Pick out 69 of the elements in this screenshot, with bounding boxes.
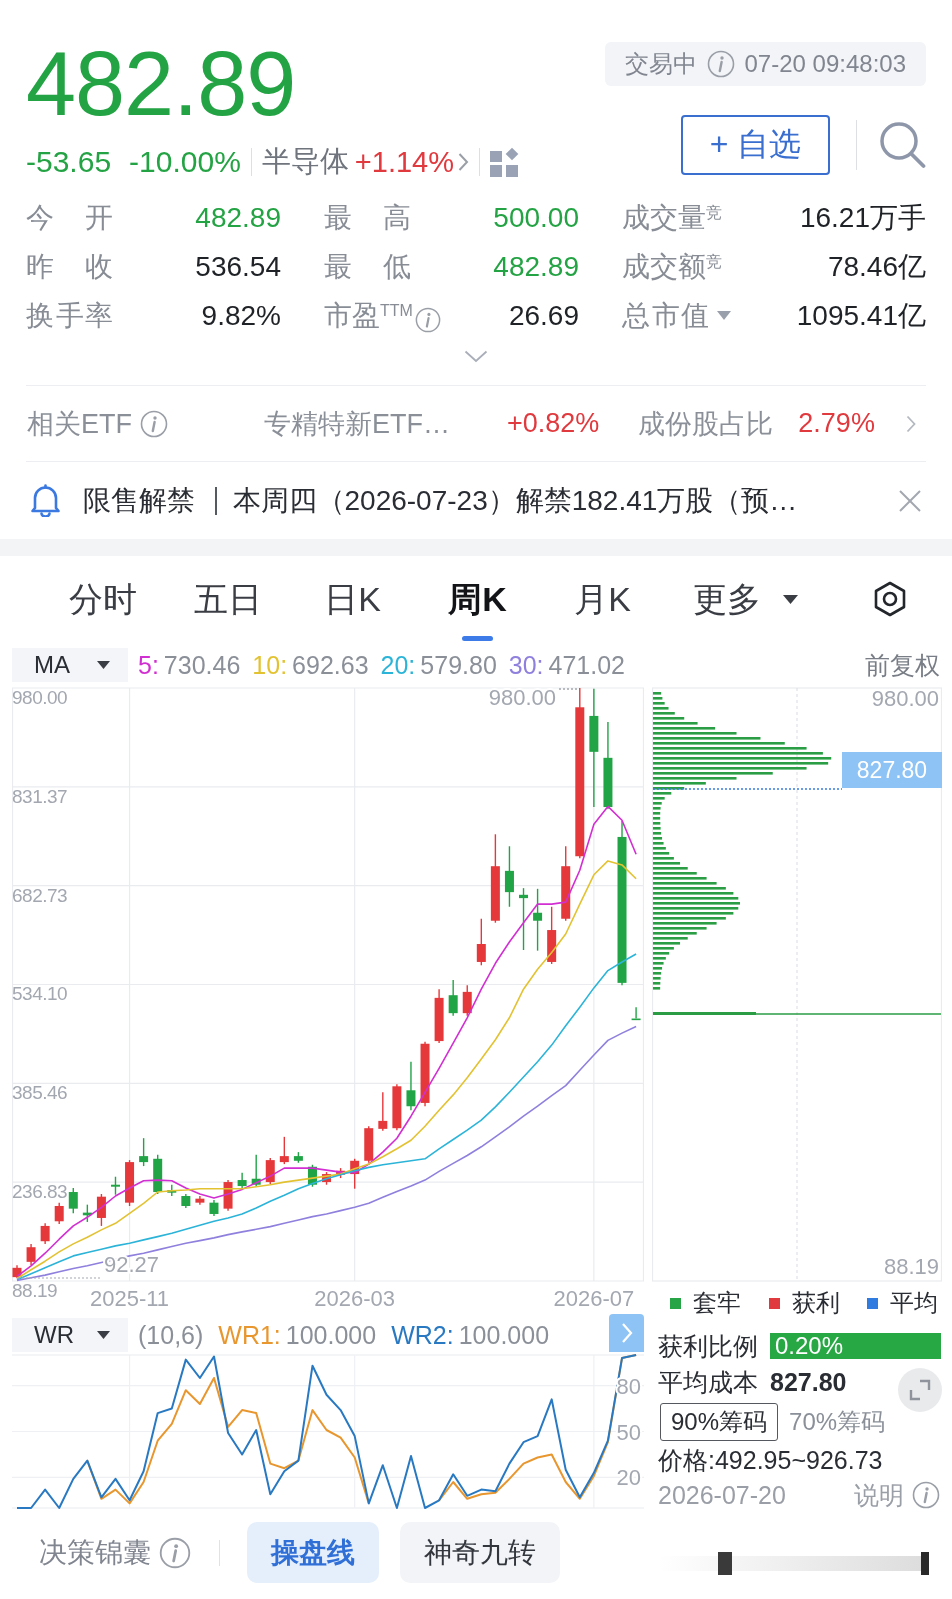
- x-axis-label: 2026-03: [314, 1286, 396, 1311]
- ma-legend-value: 692.63: [292, 650, 369, 680]
- stat-label: 最 低: [324, 249, 411, 284]
- ma-legend-label: 5:: [138, 650, 159, 680]
- sector-change: +1.14%: [354, 145, 454, 179]
- x-axis-label: 2025-11: [90, 1286, 170, 1311]
- average-cost-tag: 827.80: [842, 752, 942, 788]
- y-axis-label: 20: [616, 1465, 641, 1491]
- stat-value: 536.54: [195, 250, 281, 283]
- profit-ratio-label: 获利比例: [658, 1330, 758, 1362]
- ma-legend-value: 579.80: [420, 650, 497, 680]
- stat-label: 成交额$^{竞}$: [622, 249, 722, 284]
- ma-legend-value: 730.46: [163, 650, 241, 680]
- stat-label: 总市值: [622, 298, 709, 333]
- stat-value: 482.89: [493, 250, 579, 283]
- wr-legend-label: WR2:: [391, 1320, 454, 1350]
- stat-value: 16.21万手: [799, 200, 926, 235]
- quote-time: 07-20 09:48:03: [744, 50, 906, 78]
- stat-label: 市盈$^{TTM}$: [324, 298, 413, 333]
- y-axis-label: 682.73: [12, 884, 68, 906]
- y-axis-label: 236.83: [12, 1181, 68, 1203]
- price-range: 价格:492.95~926.73: [658, 1444, 883, 1476]
- stat-label: 昨 收: [26, 249, 113, 284]
- stat-value: 78.46亿: [827, 249, 926, 284]
- legend-label: 平均: [890, 1288, 938, 1318]
- stat-value: 482.89: [195, 201, 281, 234]
- notice-tag: 限售解禁: [83, 481, 195, 520]
- y-axis-label: 980.00: [12, 687, 68, 708]
- price-change: -53.65: [26, 145, 112, 179]
- high-price-label: 980.00: [488, 685, 556, 710]
- y-axis-label: 50: [616, 1419, 641, 1445]
- ma-legend-label: 20:: [380, 650, 416, 680]
- wr-legend-label: WR1:: [218, 1320, 281, 1350]
- stat-value: 500.00: [493, 201, 579, 234]
- profit-ratio-bar: 0.20%: [770, 1333, 941, 1359]
- y-axis-label: 88.19: [12, 1280, 58, 1301]
- trading-status: 交易中: [624, 49, 697, 79]
- stat-value: 26.69: [508, 299, 579, 332]
- y-axis-label: 385.46: [12, 1082, 68, 1104]
- indicator-params: (10,6): [138, 1320, 204, 1350]
- stat-label: 成交量$^{竞}$: [622, 200, 722, 235]
- legend-label: 获利: [791, 1288, 840, 1318]
- y-axis-label: 88.19: [883, 1254, 939, 1279]
- stat-value: 1095.41亿: [796, 298, 926, 333]
- etf-change: +0.82%: [507, 408, 600, 439]
- etf-label: 相关ETF: [27, 407, 132, 441]
- last-price: 482.89: [26, 34, 297, 134]
- wr-legend-value: 100.000: [285, 1320, 377, 1350]
- average-cost-label: 平均成本: [658, 1366, 758, 1398]
- weight-value: 2.79%: [798, 408, 875, 439]
- low-price-label: 92.27: [104, 1252, 160, 1277]
- ma-legend-value: 471.02: [548, 650, 626, 680]
- toolkit-label: 决策锦囊: [39, 1535, 151, 1570]
- stat-label: 最 高: [324, 200, 411, 235]
- weight-label: 成份股占比: [638, 407, 774, 441]
- x-axis-label: 2026-07: [553, 1286, 635, 1311]
- stat-label: 今 开: [26, 200, 113, 235]
- price-change-percent: -10.00%: [129, 145, 241, 179]
- y-axis-label: 534.10: [12, 983, 68, 1005]
- chip-date: 2026-07-20: [658, 1480, 786, 1510]
- ma-legend-label: 10:: [252, 650, 288, 680]
- wr-legend-value: 100.000: [458, 1320, 550, 1350]
- average-cost-value: 827.80: [770, 1367, 847, 1397]
- stat-label: 换手率: [26, 298, 113, 333]
- legend-label: 套牢: [693, 1288, 741, 1318]
- stat-value: 9.82%: [201, 299, 281, 332]
- y-axis-label: 980.00: [871, 686, 939, 711]
- y-axis-label: 831.37: [12, 785, 68, 807]
- ma-legend-label: 30:: [508, 650, 544, 680]
